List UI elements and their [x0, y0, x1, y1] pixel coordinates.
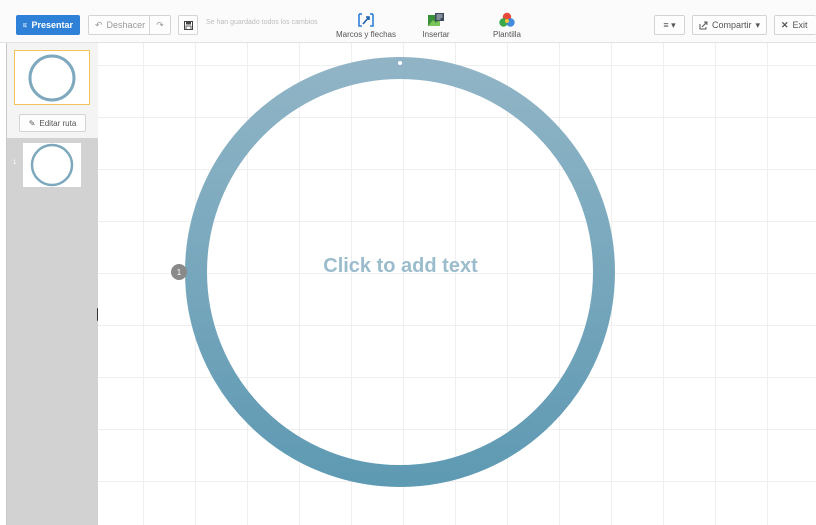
edit-path-label: Editar ruta — [39, 118, 77, 128]
save-status-text: Se han guardado todos los cambios — [206, 19, 318, 26]
template-button[interactable]: Plantilla — [490, 12, 524, 39]
insert-image-icon — [428, 13, 444, 26]
menu-button[interactable]: ≡ ▾ — [654, 15, 685, 35]
edit-path-button[interactable]: ✎ Editar ruta — [19, 114, 86, 132]
undo-icon: ↶ — [95, 19, 103, 30]
undo-label: Deshacer — [106, 20, 146, 30]
overview-ring-icon — [28, 54, 76, 101]
present-icon — [23, 22, 28, 28]
overview-thumbnail[interactable] — [14, 50, 90, 105]
exit-button[interactable]: ✕ Exit — [774, 15, 816, 35]
frames-and-arrows-button[interactable]: Marcos y flechas — [335, 12, 397, 39]
save-icon — [183, 20, 193, 30]
canvas[interactable]: Click to add text 1 — [98, 43, 816, 525]
overview-area: ✎ Editar ruta — [7, 43, 98, 138]
text-placeholder[interactable]: Click to add text — [258, 255, 543, 278]
chevron-down-icon: ▾ — [755, 19, 760, 30]
redo-icon: ↷ — [156, 19, 164, 30]
insert-label: Insertar — [422, 30, 450, 39]
present-label: Presentar — [31, 20, 73, 30]
template-palette-icon — [499, 12, 515, 27]
ring-shape[interactable] — [98, 43, 816, 525]
insert-button[interactable]: Insertar — [420, 12, 452, 39]
save-button[interactable] — [178, 15, 198, 35]
close-icon: ✕ — [781, 19, 789, 30]
undo-button[interactable]: ↶ Deshacer — [88, 15, 149, 35]
frames-arrows-icon — [358, 13, 374, 27]
frames-label: Marcos y flechas — [335, 30, 397, 39]
share-icon — [699, 21, 708, 29]
share-button[interactable]: Compartir ▾ — [692, 15, 767, 35]
toolbar: Presentar ↶ Deshacer ↷ Se han guardado t… — [0, 0, 816, 43]
slides-sidebar: ✎ Editar ruta 1 — [6, 43, 98, 525]
present-button[interactable]: Presentar — [16, 15, 80, 35]
slide-ring-icon — [30, 143, 74, 187]
menu-icon: ≡ ▾ — [663, 19, 676, 30]
exit-label: Exit — [792, 20, 808, 30]
share-label: Compartir — [711, 20, 752, 30]
path-point-badge[interactable]: 1 — [171, 264, 187, 280]
redo-button[interactable]: ↷ — [149, 15, 171, 35]
template-label: Plantilla — [492, 30, 521, 39]
slide-thumbnail-1[interactable] — [23, 143, 81, 187]
pencil-icon: ✎ — [28, 118, 36, 128]
slide-number: 1 — [13, 160, 17, 166]
